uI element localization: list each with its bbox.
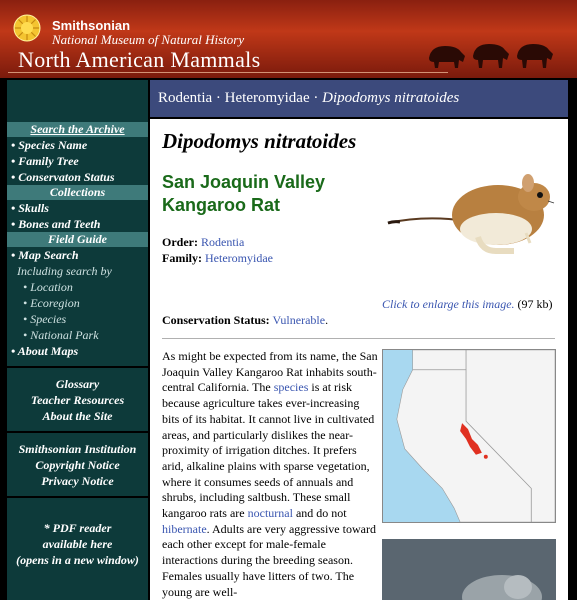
species-description: As might be expected from its name, the … bbox=[162, 349, 378, 600]
sidebar-link-smithsonian[interactable]: Smithsonian Institution bbox=[7, 441, 148, 457]
sidebar-item-location[interactable]: • Location bbox=[7, 279, 148, 295]
site-header: Smithsonian National Museum of Natural H… bbox=[0, 0, 577, 80]
order-label: Order: bbox=[162, 235, 198, 249]
content-divider bbox=[162, 338, 555, 339]
sidebar-pdf-line3[interactable]: (opens in a new window) bbox=[7, 552, 148, 568]
species-link[interactable]: species bbox=[274, 380, 309, 394]
sidebar-item-family-tree[interactable]: • Family Tree bbox=[7, 153, 148, 169]
period: . bbox=[325, 313, 329, 327]
common-name-line1: San Joaquin Valley bbox=[162, 172, 326, 192]
sidebar-item-ecoregion[interactable]: • Ecoregion bbox=[7, 295, 148, 311]
sidebar-link-about-site[interactable]: About the Site bbox=[7, 408, 148, 424]
museum-name[interactable]: National Museum of Natural History bbox=[52, 32, 244, 48]
animal-photo[interactable] bbox=[382, 539, 556, 600]
range-map[interactable] bbox=[382, 349, 556, 523]
main-content: Dipodomys nitratoides San Joaquin Valley… bbox=[150, 119, 568, 600]
sidebar-link-teacher-resources[interactable]: Teacher Resources bbox=[7, 392, 148, 408]
page-title: Dipodomys nitratoides bbox=[162, 129, 357, 153]
sidebar-top-spacer bbox=[7, 80, 148, 122]
sidebar-divider bbox=[7, 366, 148, 368]
site-title[interactable]: North American Mammals bbox=[18, 47, 260, 73]
breadcrumb-family[interactable]: Heteromyidae bbox=[225, 90, 310, 106]
sidebar-link-privacy[interactable]: Privacy Notice bbox=[7, 473, 148, 489]
family-link[interactable]: Heteromyidae bbox=[205, 251, 273, 265]
family-label: Family: bbox=[162, 251, 202, 265]
sidebar-nav: Search the Archive • Species Name • Fami… bbox=[7, 80, 148, 600]
nocturnal-link[interactable]: nocturnal bbox=[248, 506, 293, 520]
sidebar-item-national-park[interactable]: • National Park bbox=[7, 327, 148, 343]
conservation-label: Conservation Status: bbox=[162, 313, 270, 327]
image-size: (97 kb) bbox=[517, 297, 553, 311]
sidebar-item-skulls[interactable]: • Skulls bbox=[7, 200, 148, 216]
order-row: Order: Rodentia bbox=[162, 235, 244, 250]
sidebar-item-conservation-status[interactable]: • Conservaton Status bbox=[7, 169, 148, 185]
sidebar-heading-field-guide: Field Guide bbox=[7, 232, 148, 247]
sidebar-item-about-maps[interactable]: • About Maps bbox=[7, 343, 148, 359]
smithsonian-sun-logo[interactable] bbox=[13, 14, 41, 42]
common-name-line2: Kangaroo Rat bbox=[162, 195, 281, 215]
sidebar-item-bones-teeth[interactable]: • Bones and Teeth bbox=[7, 216, 148, 232]
common-name: San Joaquin Valley Kangaroo Rat bbox=[162, 171, 382, 217]
sidebar-heading-collections: Collections bbox=[7, 185, 148, 200]
breadcrumb-order[interactable]: Rodentia bbox=[158, 90, 212, 106]
conservation-row: Conservation Status: Vulnerable. bbox=[162, 313, 328, 328]
sidebar-item-species-name[interactable]: • Species Name bbox=[7, 137, 148, 153]
sidebar-pdf-line1[interactable]: * PDF reader bbox=[7, 520, 148, 536]
kangaroo-rat-illustration[interactable] bbox=[386, 163, 556, 259]
sidebar-pdf-line2[interactable]: available here bbox=[7, 536, 148, 552]
enlarge-image-link[interactable]: Click to enlarge this image. bbox=[382, 297, 515, 311]
sidebar-link-copyright[interactable]: Copyright Notice bbox=[7, 457, 148, 473]
description-text: and do not bbox=[292, 506, 347, 521]
breadcrumb-separator: · bbox=[215, 90, 221, 106]
institution-name[interactable]: Smithsonian bbox=[52, 18, 130, 33]
sidebar-link-glossary[interactable]: Glossary bbox=[7, 376, 148, 392]
sidebar-item-species[interactable]: • Species bbox=[7, 311, 148, 327]
sidebar-item-map-search[interactable]: • Map Search bbox=[7, 247, 148, 263]
enlarge-caption: Click to enlarge this image. (97 kb) bbox=[382, 297, 562, 312]
family-row: Family: Heteromyidae bbox=[162, 251, 273, 266]
muskox-silhouettes-icon bbox=[429, 44, 553, 68]
conservation-link[interactable]: Vulnerable bbox=[272, 313, 325, 327]
hibernate-link[interactable]: hibernate bbox=[162, 522, 207, 536]
sidebar-divider bbox=[7, 496, 148, 498]
breadcrumb: Rodentia · Heteromyidae · Dipodomys nitr… bbox=[150, 80, 568, 117]
sidebar-including-label: Including search by bbox=[17, 264, 112, 278]
breadcrumb-separator: · bbox=[313, 90, 319, 106]
breadcrumb-species: Dipodomys nitratoides bbox=[322, 90, 460, 106]
description-text: is at risk because agriculture takes eve… bbox=[162, 380, 375, 521]
sidebar-divider bbox=[7, 431, 148, 433]
order-link[interactable]: Rodentia bbox=[201, 235, 244, 249]
header-rule bbox=[8, 72, 448, 73]
sidebar-search-archive[interactable]: Search the Archive bbox=[7, 122, 148, 137]
